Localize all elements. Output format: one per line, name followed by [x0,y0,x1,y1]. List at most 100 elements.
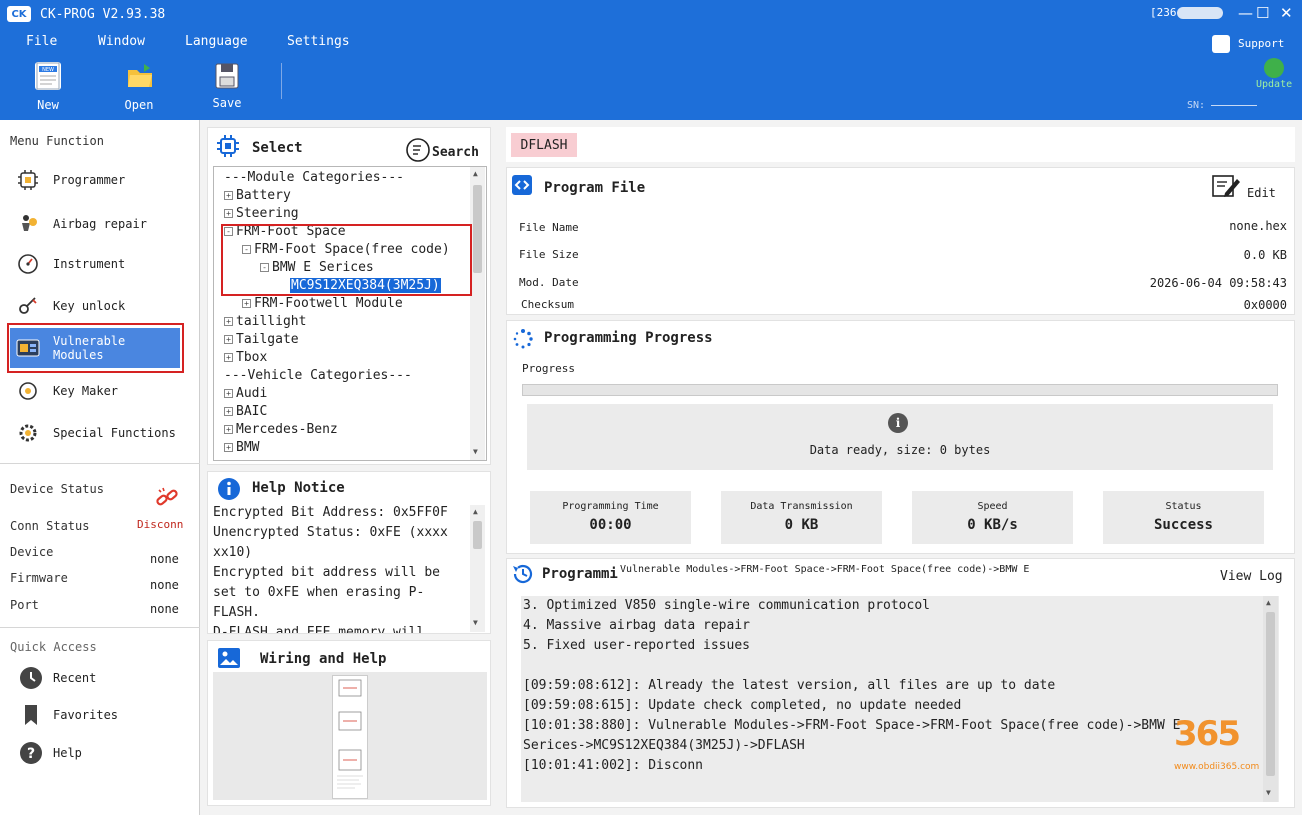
menu-window[interactable]: Window [98,34,145,49]
loading-spinner-icon [512,328,534,354]
sidebar-item-airbag-repair[interactable]: Airbag repair [16,208,182,240]
quick-access-recent[interactable]: Recent [18,665,96,691]
sidebar-item-programmer[interactable]: Programmer [16,164,182,196]
tree-node[interactable]: + Tbox [224,349,267,366]
tree-node-label: ---Vehicle Categories--- [224,368,412,383]
log-line: 3. Optimized V850 single-wire communicat… [523,598,930,613]
expand-icon[interactable]: + [224,191,233,200]
menu-language[interactable]: Language [185,34,248,49]
quick-access-heading: Quick Access [10,640,97,654]
save-button[interactable]: Save [199,62,255,110]
log-current-path: Vulnerable Modules->FRM-Foot Space->FRM-… [620,564,1030,575]
scroll-down-icon[interactable]: ▼ [473,618,478,627]
expand-icon[interactable]: + [224,425,233,434]
tree-node[interactable]: + Battery [224,187,291,204]
stat-label: Speed [977,501,1008,512]
mod-date-value: 2026-06-04 09:58:43 [1149,276,1287,290]
tree-node-label: BAIC [236,404,268,419]
tree-node[interactable]: + Audi [224,385,267,402]
watermark-logo: 365 www.obdii365.com [1174,706,1274,776]
sidebar: Menu Function Programmer Airbag repair I… [0,120,200,815]
scroll-up-icon[interactable]: ▲ [473,507,478,516]
log-line: [10:01:38:880]: Vulnerable Modules->FRM-… [523,718,1181,733]
tree-node[interactable]: ---Module Categories--- [224,169,404,186]
tree-node[interactable]: + Tailgate [224,331,299,348]
wiring-diagram-thumbnail[interactable] [332,675,368,799]
device-label: Device [10,545,54,559]
key-maker-icon [16,379,40,403]
stat-data-transmission: Data Transmission 0 KB [721,491,882,544]
tree-scrollbar-thumb[interactable] [473,185,482,273]
file-name-label: File Name [519,221,579,234]
maximize-button[interactable]: ☐ [1256,4,1269,22]
support-button[interactable]: Support [1212,35,1284,53]
search-button[interactable]: Search [405,137,479,167]
tree-node-label: taillight [236,314,307,329]
log-line: [09:59:08:612]: Already the latest versi… [523,678,1056,693]
highlight-box-sidebar [7,323,184,373]
quick-access-help[interactable]: ? Help [18,740,82,766]
open-button[interactable]: Open [111,62,167,112]
menu-settings[interactable]: Settings [287,34,350,49]
sidebar-item-instrument[interactable]: Instrument [16,248,182,280]
bookmark-icon [18,702,44,728]
tree-scrollbar[interactable]: ▲ ▼ [470,167,485,460]
checksum-label: Checksum [521,298,574,311]
edit-button[interactable]: Edit [1211,173,1276,203]
watermark-number: 365 [1174,714,1241,754]
expand-icon[interactable]: + [224,407,233,416]
tree-node[interactable]: + BAIC [224,403,267,420]
new-button[interactable]: NEW New [20,62,76,112]
sidebar-item-special-functions[interactable]: Special Functions [16,417,182,449]
update-button[interactable]: Update [1256,58,1292,90]
expand-icon[interactable]: + [224,209,233,218]
select-title: Select [252,140,303,156]
expand-icon[interactable]: + [224,443,233,452]
scroll-up-icon[interactable]: ▲ [473,169,478,178]
expand-icon[interactable]: + [224,317,233,326]
support-icon [1212,35,1230,53]
view-log-button[interactable]: View Log [1220,569,1283,584]
wiring-title: Wiring and Help [260,651,387,667]
tree-node[interactable]: + FRM-Footwell Module [242,295,403,312]
scroll-down-icon[interactable]: ▼ [1266,788,1271,797]
expand-icon[interactable]: + [242,299,251,308]
log-line: 5. Fixed user-reported issues [523,638,750,653]
log-line: 4. Massive airbag data repair [523,618,750,633]
file-size-label: File Size [519,248,579,261]
dflash-tag[interactable]: DFLASH [511,133,577,157]
conn-status-value: Disconn [137,518,184,531]
menu-file[interactable]: File [26,34,57,49]
app-logo: CK [7,6,31,22]
key-icon [16,294,40,318]
tree-node[interactable]: + Mercedes-Benz [224,421,338,438]
tree-node-label: Tbox [236,350,268,365]
tree-node[interactable]: + BMW [224,439,259,456]
svg-text:?: ? [27,746,35,762]
new-label: New [37,98,59,112]
expand-icon[interactable]: + [224,389,233,398]
scroll-down-icon[interactable]: ▼ [473,447,478,456]
tree-node[interactable]: ---Vehicle Categories--- [224,367,412,384]
open-folder-icon [126,62,152,90]
minimize-button[interactable]: — [1238,4,1253,22]
help-scrollbar-thumb[interactable] [473,521,482,549]
close-button[interactable]: ✕ [1280,4,1293,22]
expand-icon[interactable]: + [224,353,233,362]
tree-node-label: Battery [236,188,291,203]
help-scrollbar[interactable]: ▲ ▼ [470,505,485,632]
sidebar-item-key-maker[interactable]: Key Maker [16,375,182,407]
tree-node-label: Mercedes-Benz [236,422,338,437]
sidebar-item-key-unlock[interactable]: Key unlock [16,290,182,322]
expand-icon[interactable]: + [224,335,233,344]
quick-access-favorites[interactable]: Favorites [18,702,118,728]
program-file-title: Program File [544,180,646,196]
chip-icon [16,168,40,192]
help-line: Unencrypted Status: 0xFE (xxxx [213,525,448,540]
device-value: none [150,552,179,566]
tree-node[interactable]: + Steering [224,205,299,222]
svg-text:NEW: NEW [42,67,54,73]
scroll-up-icon[interactable]: ▲ [1266,598,1271,607]
progress-label: Progress [522,362,575,375]
tree-node[interactable]: + taillight [224,313,306,330]
